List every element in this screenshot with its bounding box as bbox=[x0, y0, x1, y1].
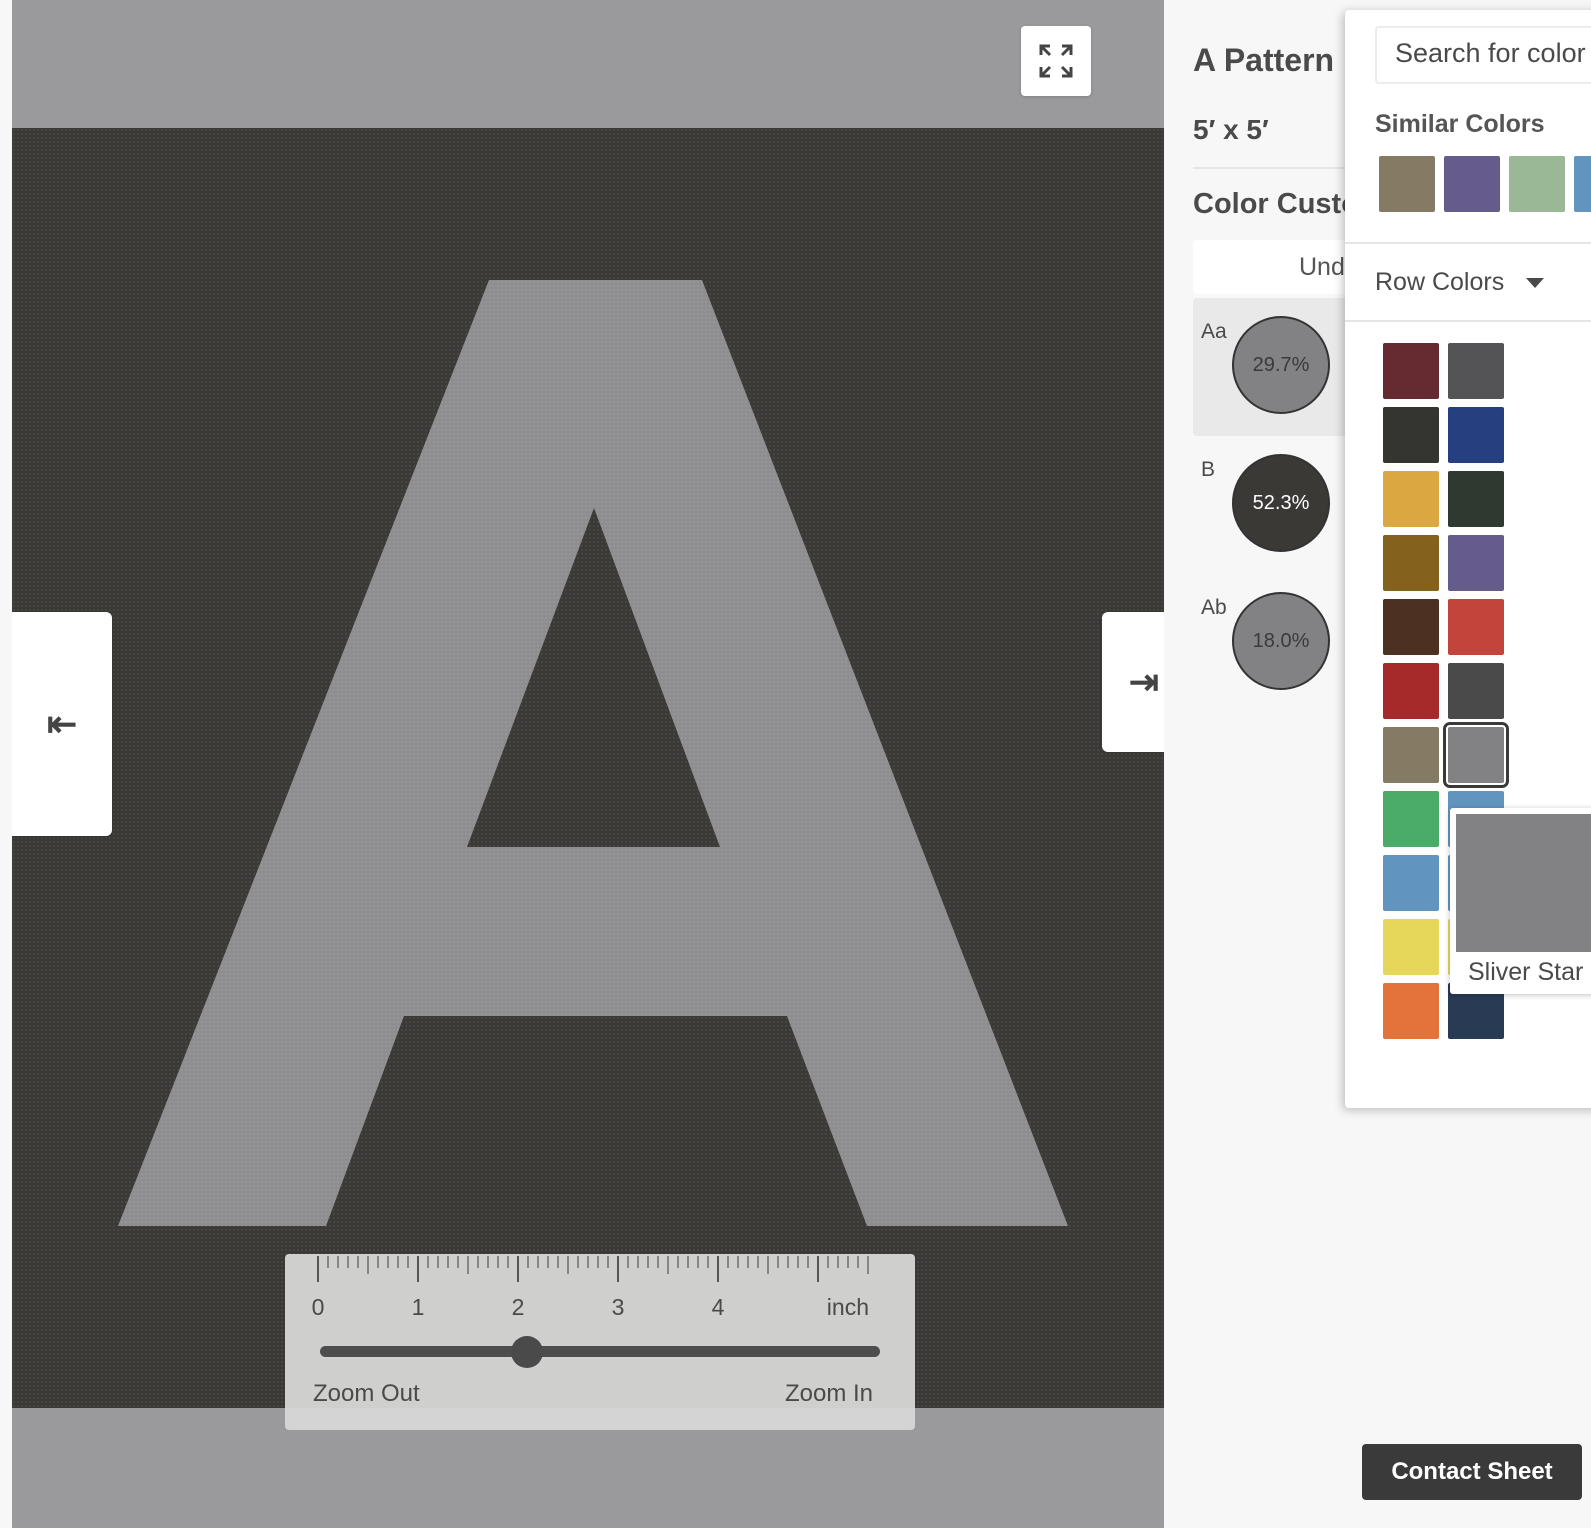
zoom-slider-thumb[interactable] bbox=[511, 1336, 544, 1368]
color-swatch[interactable] bbox=[1448, 663, 1504, 719]
expand-right-button[interactable]: ⇥ bbox=[1102, 612, 1164, 752]
ruler-number: 2 bbox=[511, 1294, 525, 1320]
ruler-ticks bbox=[317, 1256, 869, 1282]
caret-down-icon bbox=[1526, 277, 1545, 288]
tooltip-swatch bbox=[1456, 814, 1591, 952]
letter-a-pattern bbox=[118, 280, 1068, 1226]
color-swatch-selected[interactable] bbox=[1443, 722, 1509, 788]
color-swatch[interactable] bbox=[1383, 983, 1439, 1039]
collapse-left-button[interactable]: ⇤ bbox=[12, 612, 112, 836]
collapse-left-icon: ⇤ bbox=[46, 703, 78, 744]
layer-percent: 18.0% bbox=[1252, 629, 1310, 652]
color-swatch[interactable] bbox=[1444, 156, 1500, 212]
color-swatch[interactable] bbox=[1383, 855, 1439, 911]
zoom-slider-track[interactable] bbox=[320, 1346, 880, 1357]
layer-percent: 52.3% bbox=[1252, 491, 1310, 514]
product-size: 5′ x 5′ bbox=[1193, 114, 1269, 145]
contact-sheet-button[interactable]: Contact Sheet bbox=[1362, 1444, 1582, 1500]
ruler-number: 4 bbox=[711, 1294, 725, 1320]
layer-color-chip[interactable]: 18.0% bbox=[1232, 592, 1330, 690]
color-swatch[interactable] bbox=[1574, 156, 1591, 212]
expand-icon bbox=[1039, 44, 1073, 78]
ruler-number: 3 bbox=[611, 1294, 625, 1320]
color-swatch[interactable] bbox=[1383, 535, 1439, 591]
similar-colors-list bbox=[1379, 156, 1591, 212]
product-title: A Pattern bbox=[1193, 42, 1335, 78]
rug-preview: ⇤ ⇥ 0 1 2 3 4 inch Zoom Out Zoom In bbox=[12, 0, 1164, 1528]
similar-colors-heading: Similar Colors bbox=[1375, 110, 1545, 138]
layer-color-chip[interactable]: 29.7% bbox=[1232, 316, 1330, 414]
color-swatch[interactable] bbox=[1383, 599, 1439, 655]
row-colors-dropdown[interactable]: Row Colors bbox=[1375, 268, 1545, 297]
color-swatch[interactable] bbox=[1383, 407, 1439, 463]
color-swatch[interactable] bbox=[1448, 535, 1504, 591]
color-tooltip: Sliver Star bbox=[1450, 808, 1591, 994]
color-swatch[interactable] bbox=[1383, 343, 1439, 399]
color-search-input[interactable]: Search for color bbox=[1375, 26, 1591, 84]
ruler-unit: inch bbox=[826, 1294, 869, 1320]
color-swatch[interactable] bbox=[1448, 407, 1504, 463]
color-swatch[interactable] bbox=[1448, 343, 1504, 399]
layer-label: Aa bbox=[1201, 320, 1227, 343]
color-swatch[interactable] bbox=[1379, 156, 1435, 212]
zoom-out-button[interactable]: Zoom Out bbox=[313, 1380, 420, 1408]
tooltip-color-name: Sliver Star bbox=[1468, 958, 1584, 986]
color-swatch[interactable] bbox=[1448, 471, 1504, 527]
zoom-panel: 0 1 2 3 4 inch Zoom Out Zoom In bbox=[285, 1254, 915, 1430]
color-swatch[interactable] bbox=[1383, 471, 1439, 527]
layer-percent: 29.7% bbox=[1252, 353, 1310, 376]
divider bbox=[1345, 242, 1591, 244]
color-swatch[interactable] bbox=[1383, 727, 1439, 783]
color-customize-title: Color Custo bbox=[1193, 188, 1359, 220]
layer-label: B bbox=[1201, 458, 1216, 481]
color-swatch[interactable] bbox=[1448, 599, 1504, 655]
color-swatch[interactable] bbox=[1383, 791, 1439, 847]
layer-color-chip[interactable]: 52.3% bbox=[1232, 454, 1330, 552]
color-swatch[interactable] bbox=[1383, 663, 1439, 719]
divider bbox=[1345, 320, 1591, 322]
fullscreen-button[interactable] bbox=[1021, 26, 1091, 96]
zoom-in-button[interactable]: Zoom In bbox=[785, 1380, 873, 1408]
expand-right-icon: ⇥ bbox=[1128, 661, 1160, 702]
ruler-number: 1 bbox=[411, 1294, 425, 1320]
color-swatch[interactable] bbox=[1509, 156, 1565, 212]
color-swatch[interactable] bbox=[1383, 919, 1439, 975]
row-colors-label: Row Colors bbox=[1375, 268, 1505, 296]
rug-field bbox=[12, 128, 1164, 1408]
layer-label: Ab bbox=[1201, 596, 1227, 619]
ruler-number: 0 bbox=[311, 1294, 325, 1320]
